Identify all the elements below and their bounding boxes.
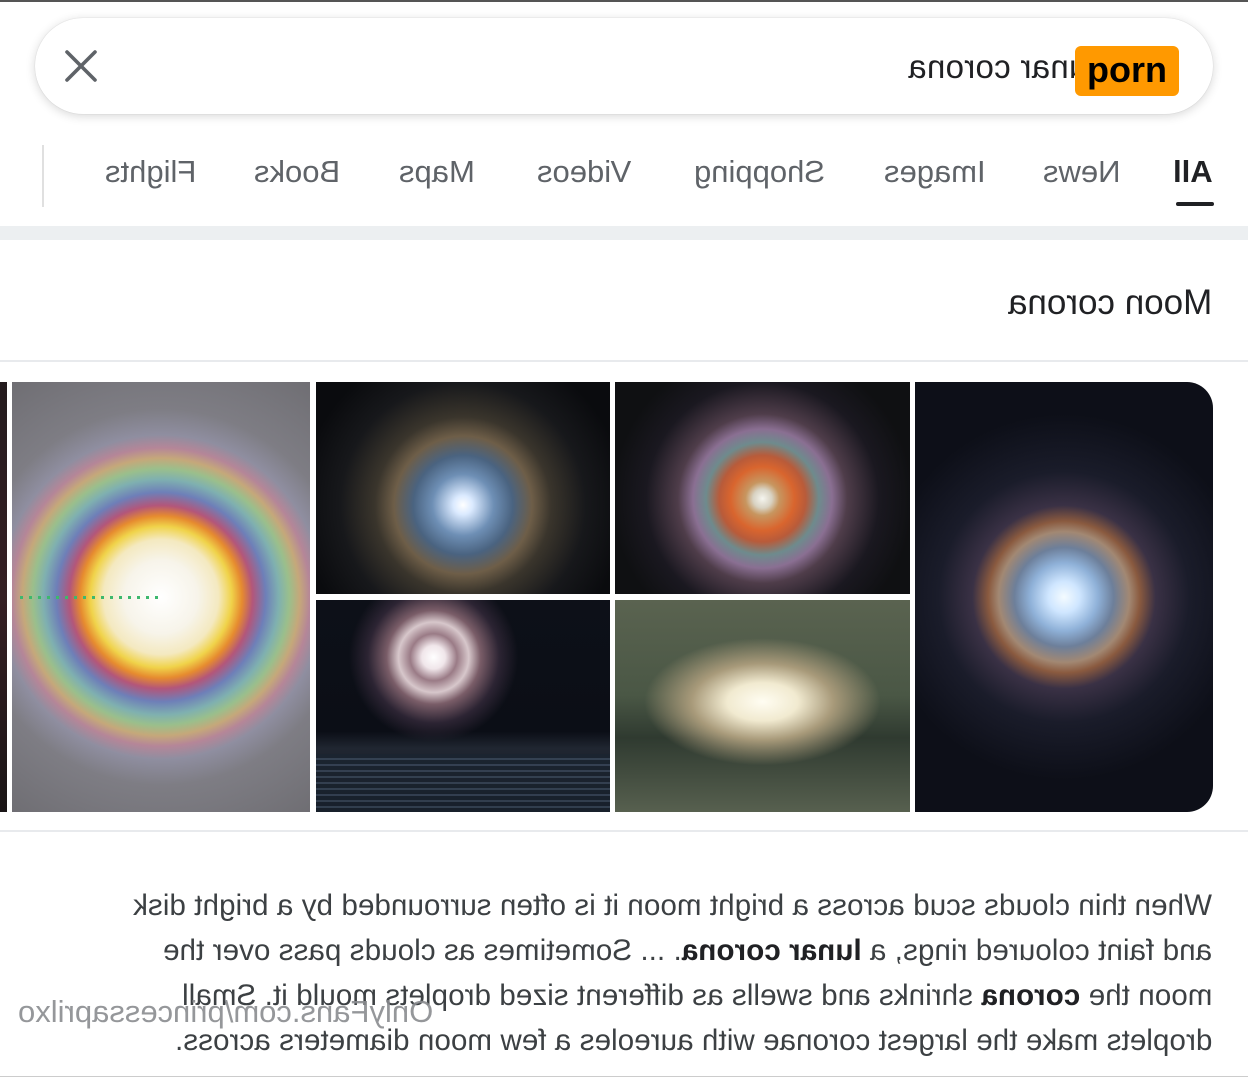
tab-flights[interactable]: Flights bbox=[105, 154, 196, 190]
tab-videos[interactable]: Videos bbox=[537, 154, 631, 190]
moon-corona-image-7[interactable] bbox=[0, 382, 7, 812]
moon-corona-image-5[interactable] bbox=[316, 600, 610, 812]
section-title: Moon corona bbox=[1007, 283, 1212, 322]
moon-corona-image-3[interactable] bbox=[316, 382, 610, 594]
search-bar[interactable]: lunar corona porn bbox=[35, 18, 1213, 114]
tab-divider bbox=[42, 145, 44, 207]
active-tab-indicator bbox=[1176, 202, 1214, 206]
moon-corona-image-1[interactable] bbox=[915, 382, 1213, 812]
moon-corona-image-2[interactable] bbox=[615, 382, 910, 594]
description-keyword: lunar corona bbox=[681, 934, 862, 967]
description-line: and faint coloured rings, a lunar corona… bbox=[163, 934, 1212, 968]
description-text: moon the bbox=[1079, 979, 1212, 1012]
water-reflection bbox=[316, 754, 610, 812]
tab-news[interactable]: News bbox=[1043, 154, 1121, 190]
brand-badge: porn bbox=[1075, 46, 1179, 96]
search-input[interactable]: lunar corona bbox=[908, 48, 1095, 86]
watermark: OnlyFans.com/princessaprilxo bbox=[18, 994, 434, 1029]
tab-books[interactable]: Books bbox=[254, 154, 340, 190]
section-divider bbox=[0, 226, 1248, 240]
description-text: When thin clouds scud across a bright mo… bbox=[133, 889, 1212, 922]
tab-maps[interactable]: Maps bbox=[399, 154, 475, 190]
moon-corona-image-6[interactable] bbox=[12, 382, 310, 812]
close-icon[interactable] bbox=[63, 48, 99, 84]
moon-corona-image-4[interactable] bbox=[615, 600, 910, 812]
top-border bbox=[0, 0, 1248, 2]
divider bbox=[0, 830, 1248, 832]
tab-all[interactable]: All bbox=[1173, 154, 1213, 190]
tab-shopping[interactable]: Shopping bbox=[694, 154, 825, 190]
description-line: When thin clouds scud across a bright mo… bbox=[133, 889, 1212, 923]
divider bbox=[0, 360, 1248, 362]
description-keyword: corona bbox=[980, 979, 1080, 1012]
description-text: and faint coloured rings, a bbox=[861, 934, 1212, 967]
tab-images[interactable]: Images bbox=[884, 154, 986, 190]
description-text: . ... Sometimes as clouds pass over the bbox=[162, 934, 682, 967]
laser-dots bbox=[20, 596, 160, 599]
